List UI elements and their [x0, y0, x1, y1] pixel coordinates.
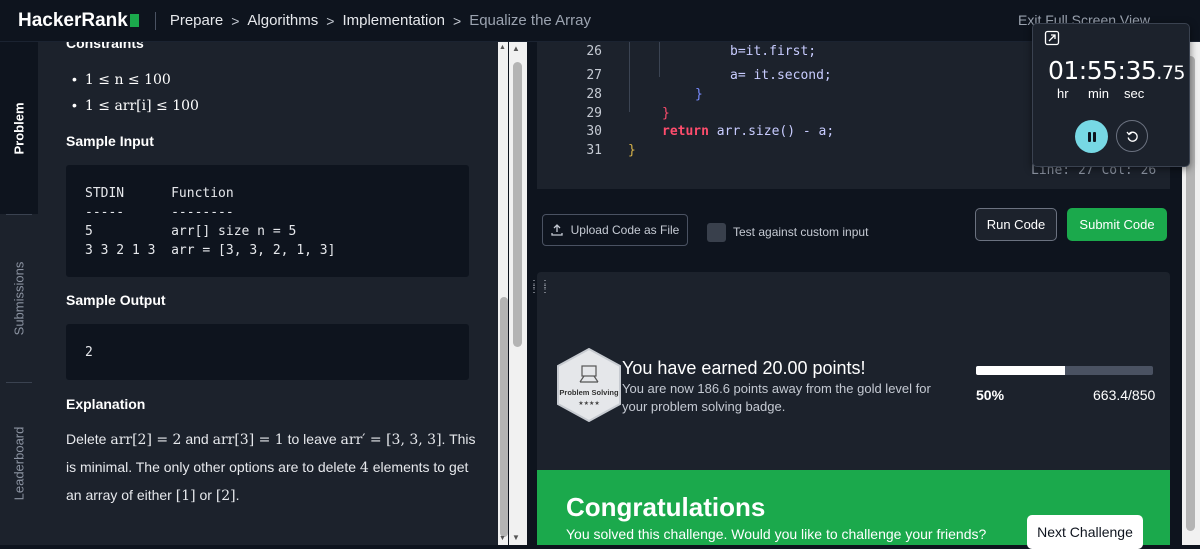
scroll-down-icon[interactable]: ▼: [512, 533, 520, 542]
chevron-right-icon: >: [453, 12, 462, 29]
congratulations-subtitle: You solved this challenge. Would you lik…: [566, 526, 987, 542]
breadcrumb-current: Equalize the Array: [469, 12, 591, 29]
custom-input-label[interactable]: Test against custom input: [733, 225, 868, 239]
breadcrumb-prepare[interactable]: Prepare: [170, 12, 223, 29]
custom-input-checkbox[interactable]: [707, 223, 726, 242]
breadcrumb-implementation[interactable]: Implementation: [342, 12, 445, 29]
svg-text:Problem Solving: Problem Solving: [559, 388, 619, 397]
submit-code-button[interactable]: Submit Code: [1067, 208, 1167, 241]
pause-icon: [1087, 131, 1096, 142]
chevron-right-icon: >: [231, 12, 240, 29]
hackerrank-logo[interactable]: HackerRank: [18, 10, 139, 32]
sample-input-code: STDIN Function ----- -------- 5 arr[] si…: [66, 165, 469, 277]
problem-solving-badge: Problem Solving ★★★★: [557, 348, 621, 422]
points-away-text: You are now 186.6 points away from the g…: [622, 381, 931, 414]
divider: [154, 11, 156, 30]
explanation-text: Delete arr[2] = 2 and arr[3] = 1 to leav…: [66, 431, 476, 504]
timer-unit-min: min: [1088, 86, 1109, 101]
chevron-right-icon: >: [326, 12, 335, 29]
tab-submissions[interactable]: Submissions: [0, 214, 38, 382]
breadcrumb-algorithms[interactable]: Algorithms: [247, 12, 318, 29]
progress-points: 663.4/850: [1093, 387, 1156, 403]
constraints-list: 1 ≤ n ≤ 100 1 ≤ arr[i] ≤ 100: [72, 66, 199, 118]
timer-unit-sec: sec: [1124, 86, 1145, 101]
logo-square-icon: [129, 14, 139, 27]
side-tab-rail: Problem Submissions Leaderboard: [0, 42, 38, 545]
expand-icon[interactable]: [1044, 30, 1060, 46]
sample-output-heading: Sample Output: [66, 292, 166, 308]
drag-handle-icon[interactable]: ⋮⋮ ⋮⋮: [529, 280, 551, 295]
pause-button[interactable]: [1075, 120, 1108, 153]
explanation-heading: Explanation: [66, 396, 146, 412]
badge-progress-bar: [976, 366, 1153, 375]
timer-display: 01:55:35.75: [1048, 56, 1185, 85]
page-scrollbar-thumb[interactable]: [513, 62, 522, 347]
list-item: 1 ≤ n ≤ 100: [72, 66, 199, 92]
reset-icon: [1125, 131, 1138, 142]
progress-percent: 50%: [976, 387, 1005, 403]
problem-panel: Constraints 1 ≤ n ≤ 100 1 ≤ arr[i] ≤ 100…: [38, 42, 498, 545]
svg-text:★★★★: ★★★★: [578, 400, 600, 407]
timer-unit-hr: hr: [1057, 86, 1069, 101]
badge-progress-fill: [976, 366, 1065, 375]
list-item: 1 ≤ arr[i] ≤ 100: [72, 92, 199, 118]
scroll-up-icon[interactable]: ▲: [499, 44, 506, 51]
tab-problem[interactable]: Problem: [0, 42, 38, 214]
tab-leaderboard[interactable]: Leaderboard: [0, 382, 38, 545]
scroll-down-icon[interactable]: ▼: [499, 535, 506, 542]
next-challenge-button[interactable]: Next Challenge: [1027, 515, 1143, 549]
problem-scrollbar-thumb[interactable]: [500, 297, 508, 537]
run-code-button[interactable]: Run Code: [975, 208, 1057, 241]
upload-code-button[interactable]: Upload Code as File: [542, 214, 688, 246]
scroll-up-icon[interactable]: ▲: [512, 44, 520, 53]
upload-icon: [550, 224, 563, 236]
congratulations-title: Congratulations: [566, 492, 766, 522]
sample-input-heading: Sample Input: [66, 133, 154, 149]
constraints-heading: Constraints: [66, 42, 144, 51]
points-earned-text: You have earned 20.00 points!: [622, 358, 866, 378]
reset-button[interactable]: [1116, 120, 1148, 152]
sample-output-code: 2: [66, 324, 469, 380]
